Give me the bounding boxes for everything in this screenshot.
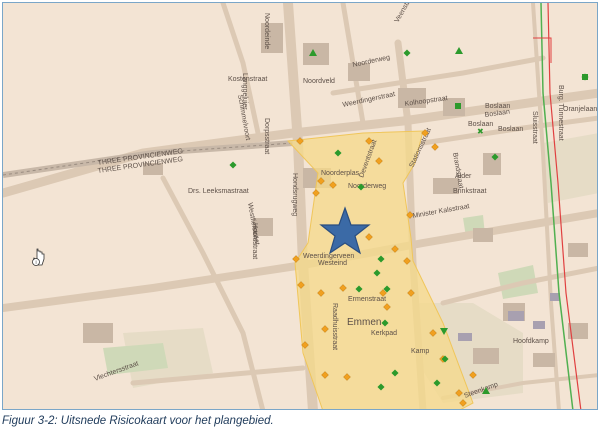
risk-map[interactable]: NoordeindeLanggeluier NoordveldNoorderweg… [3,3,598,410]
street-label: Dorpsstraat [263,118,270,154]
street-label: Noordeinde [263,13,270,49]
hazard-green-square-icon[interactable] [455,103,461,109]
street-label: Brinkstraat [453,188,487,195]
map-frame[interactable]: Noordeinde Langgeluier Noordveld Noorderweg… [2,2,598,410]
street-label: Sluisstraat [531,111,538,144]
street-label: Drs. Leeksmastraat [188,188,249,195]
street-label: Boslaan [485,103,510,110]
figure-caption: Figuur 3-2: Uitsnede Risicokaart voor he… [2,415,274,427]
street-label: Noorderweg [348,183,386,190]
street-label: Oranjelaan [563,106,597,113]
street-label: Kerkpad [371,330,397,337]
street-label: Hoofdkamp [513,338,549,345]
street-label: Emmen [347,317,381,328]
street-label: Weerdingerveen [303,253,354,260]
street-label: Noordveld [303,78,335,85]
street-label: Raadhuisstraat [331,303,338,350]
street-label: Hondsrugweg [291,173,298,216]
hazard-cross-icon[interactable]: ✖ [477,127,484,136]
street-label: Ermenstraat [348,296,386,303]
hazard-green-square-icon[interactable] [582,74,588,80]
street-label: Kamp [411,348,429,355]
street-label: Noorderplas [321,170,360,177]
street-label: Alder [455,173,472,180]
street-label: Westeind [318,260,347,267]
street-label: Boslaan [498,126,523,133]
svg-text:i: i [35,260,36,266]
street-label: Kostenstraat [228,76,267,83]
